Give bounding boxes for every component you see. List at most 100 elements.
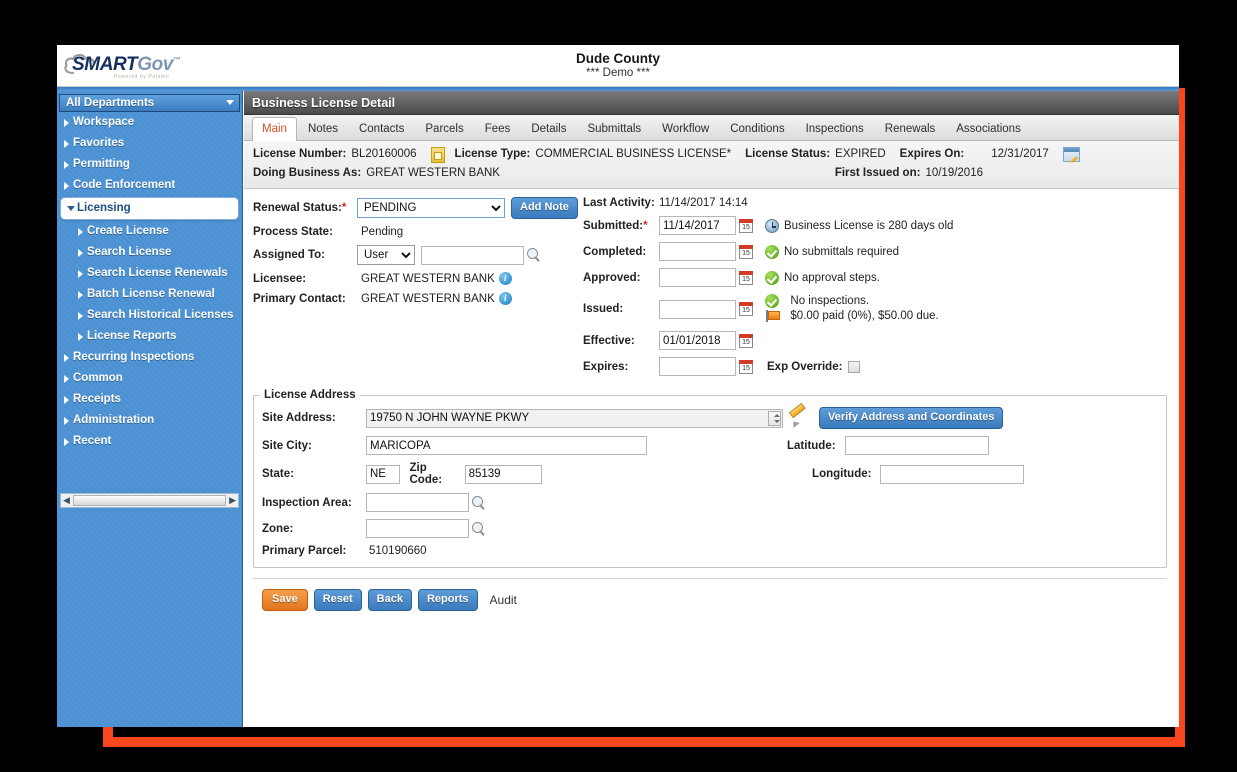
sidebar-item-search-license-renewals[interactable]: Search License Renewals	[57, 263, 242, 284]
sidebar-item-recent[interactable]: Recent	[57, 431, 242, 452]
back-button[interactable]: Back	[367, 589, 412, 612]
sidebar-item-recurring-inspections[interactable]: Recurring Inspections	[57, 347, 242, 368]
info-icon[interactable]: i	[498, 272, 512, 285]
chevron-right-icon	[64, 417, 69, 425]
tab-associations[interactable]: Associations	[946, 117, 1031, 141]
search-icon[interactable]	[472, 495, 486, 510]
completed-date-input[interactable]	[659, 242, 736, 261]
tab-main[interactable]: Main	[252, 117, 297, 141]
add-note-button[interactable]: Add Note	[511, 197, 578, 219]
reset-button[interactable]: Reset	[313, 589, 362, 612]
search-icon[interactable]	[527, 248, 541, 262]
assigned-to-type-select[interactable]: User	[357, 245, 415, 265]
sidebar-item-administration[interactable]: Administration	[57, 410, 242, 431]
calendar-icon[interactable]	[739, 302, 753, 317]
tab-workflow[interactable]: Workflow	[652, 117, 719, 141]
content-area: Business License Detail Main Notes Conta…	[244, 91, 1179, 727]
verify-address-button[interactable]: Verify Address and Coordinates	[819, 407, 1004, 430]
sidebar-item-code-enforcement[interactable]: Code Enforcement	[57, 175, 242, 196]
sidebar-item-license-reports[interactable]: License Reports	[57, 326, 242, 347]
longitude-input[interactable]	[880, 464, 1024, 484]
first-issued-label: First Issued on:	[834, 167, 921, 179]
license-type-label: License Type:	[454, 148, 531, 160]
tab-conditions[interactable]: Conditions	[720, 117, 794, 141]
chevron-right-icon	[78, 333, 83, 341]
screen: SMARTGov™ Powered by Paladin Dude County…	[0, 0, 1237, 772]
required-marker: *	[643, 219, 648, 232]
reports-button[interactable]: Reports	[417, 589, 478, 612]
state-input[interactable]	[366, 464, 400, 484]
save-button[interactable]: Save	[262, 589, 308, 612]
sidebar-item-label: Administration	[73, 414, 155, 426]
zip-input[interactable]	[464, 464, 542, 484]
exp-override-label: Exp Override:	[767, 360, 843, 373]
main-form: Renewal Status:* PENDING Add Note Proces…	[244, 189, 1179, 612]
sidebar-item-search-historical-licenses[interactable]: Search Historical Licenses	[57, 305, 242, 326]
assigned-to-input[interactable]	[421, 245, 524, 265]
expires-on-label: Expires On:	[899, 148, 965, 160]
sidebar-item-search-license[interactable]: Search License	[57, 242, 242, 263]
form-left-column: Renewal Status:* PENDING Add Note Proces…	[253, 197, 583, 312]
site-city-input[interactable]	[366, 436, 647, 456]
tab-fees[interactable]: Fees	[475, 117, 521, 141]
sidebar-item-licensing[interactable]: Licensing	[60, 197, 239, 220]
scroll-left-icon[interactable]: ◀	[61, 495, 72, 506]
approved-date-input[interactable]	[659, 268, 736, 287]
site-address-input[interactable]	[366, 408, 783, 428]
info-icon[interactable]: i	[498, 292, 512, 305]
tab-details[interactable]: Details	[521, 117, 576, 141]
scrollbar-thumb[interactable]	[72, 495, 227, 506]
sidebar-item-batch-license-renewal[interactable]: Batch License Renewal	[57, 284, 242, 305]
scroll-right-icon[interactable]: ▶	[227, 495, 238, 506]
submitted-date-input[interactable]	[659, 216, 736, 235]
chevron-right-icon	[64, 375, 69, 383]
tab-parcels[interactable]: Parcels	[415, 117, 473, 141]
page-title: Business License Detail	[244, 91, 1179, 115]
address-stepper-icon[interactable]	[768, 410, 781, 426]
sidebar-item-label: Recurring Inspections	[73, 351, 195, 363]
calendar-icon[interactable]	[739, 270, 753, 285]
tab-contacts[interactable]: Contacts	[349, 117, 414, 141]
tab-inspections[interactable]: Inspections	[796, 117, 874, 141]
field-last-activity: Last Activity: 11/14/2017 14:14	[583, 197, 1179, 209]
sidebar-horizontal-scrollbar[interactable]: ◀ ▶	[60, 493, 239, 508]
sidebar-item-workspace[interactable]: Workspace	[57, 112, 242, 133]
license-note-icon[interactable]	[430, 146, 445, 163]
check-circle-icon	[765, 244, 779, 259]
tab-renewals[interactable]: Renewals	[875, 117, 946, 141]
edit-pencil-icon[interactable]	[789, 410, 807, 426]
field-zone: Zone:	[262, 519, 1024, 539]
submitted-note: Business License is 280 days old	[784, 219, 954, 232]
sidebar-item-receipts[interactable]: Receipts	[57, 389, 242, 410]
sidebar-item-common[interactable]: Common	[57, 368, 242, 389]
calendar-icon[interactable]	[739, 359, 753, 374]
field-state-zip: State: Zip Code: Longitude:	[262, 462, 1024, 486]
search-icon[interactable]	[472, 521, 486, 536]
sidebar-item-favorites[interactable]: Favorites	[57, 133, 242, 154]
app-header: SMARTGov™ Powered by Paladin Dude County…	[57, 45, 1179, 87]
calendar-icon[interactable]	[739, 333, 753, 348]
edit-note-icon[interactable]	[1062, 147, 1080, 162]
assigned-to-label: Assigned To:	[253, 249, 325, 261]
department-selector[interactable]: All Departments	[59, 94, 240, 112]
audit-link[interactable]: Audit	[490, 593, 517, 607]
inspection-area-input[interactable]	[366, 493, 469, 513]
sidebar-item-permitting[interactable]: Permitting	[57, 154, 242, 175]
effective-date-input[interactable]	[659, 331, 736, 351]
renewal-status-select[interactable]: PENDING	[357, 198, 505, 218]
application-window: SMARTGov™ Powered by Paladin Dude County…	[57, 45, 1179, 727]
tab-notes[interactable]: Notes	[298, 117, 348, 141]
exp-override-checkbox[interactable]	[848, 360, 861, 373]
calendar-icon[interactable]	[739, 244, 753, 259]
latitude-label: Latitude:	[787, 439, 836, 452]
sidebar-item-label: Licensing	[77, 202, 131, 214]
sidebar-item-label: License Reports	[87, 330, 177, 342]
issued-date-input[interactable]	[659, 299, 736, 319]
check-circle-icon	[765, 294, 779, 308]
expires-date-input[interactable]	[659, 357, 736, 377]
sidebar-item-create-license[interactable]: Create License	[57, 221, 242, 242]
zone-input[interactable]	[366, 519, 469, 539]
latitude-input[interactable]	[844, 436, 989, 456]
calendar-icon[interactable]	[739, 218, 753, 233]
tab-submittals[interactable]: Submittals	[577, 117, 651, 141]
